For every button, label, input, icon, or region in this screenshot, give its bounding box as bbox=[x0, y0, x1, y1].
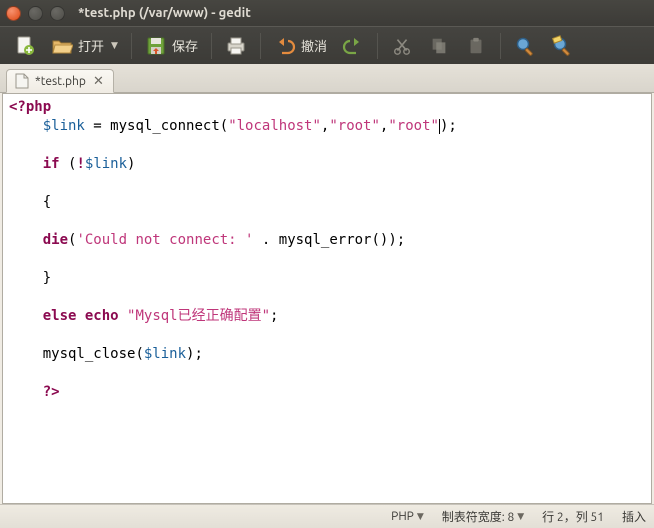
print-button[interactable] bbox=[219, 32, 253, 60]
paste-button[interactable] bbox=[459, 32, 493, 60]
new-file-button[interactable] bbox=[8, 32, 42, 60]
print-icon bbox=[225, 35, 247, 57]
undo-label: 撤消 bbox=[301, 36, 327, 55]
window-title: *test.php (/var/www) - gedit bbox=[78, 6, 251, 20]
replace-button[interactable] bbox=[545, 32, 579, 60]
save-button[interactable]: 保存 bbox=[139, 32, 204, 60]
status-bar: PHP ▼ 制表符宽度: 8 ▼ 行 2，列 51 插入 bbox=[0, 504, 654, 528]
undo-icon bbox=[274, 35, 296, 57]
cut-icon bbox=[391, 35, 413, 57]
new-file-icon bbox=[14, 35, 36, 57]
status-tabwidth-selector[interactable]: 制表符宽度: 8 ▼ bbox=[442, 508, 524, 525]
toolbar-separator bbox=[260, 33, 261, 59]
open-label: 打开 bbox=[78, 36, 104, 55]
toolbar: 打开 ▼ 保存 撤消 bbox=[0, 26, 654, 64]
open-button[interactable]: 打开 ▼ bbox=[45, 32, 124, 60]
status-tabwidth-label: 制表符宽度: 8 bbox=[442, 508, 514, 525]
window-close-button[interactable] bbox=[6, 6, 21, 21]
status-language-selector[interactable]: PHP ▼ bbox=[391, 510, 424, 523]
status-cursor-position: 行 2，列 51 bbox=[542, 508, 604, 525]
copy-icon bbox=[428, 35, 450, 57]
window-maximize-button[interactable] bbox=[50, 6, 65, 21]
window-minimize-button[interactable] bbox=[28, 6, 43, 21]
tab-testphp[interactable]: *test.php ✕ bbox=[6, 69, 114, 93]
code-editor[interactable]: <?php $link = mysql_connect("localhost",… bbox=[2, 93, 652, 504]
status-language-label: PHP bbox=[391, 510, 414, 523]
undo-button[interactable]: 撤消 bbox=[268, 32, 333, 60]
toolbar-separator bbox=[211, 33, 212, 59]
paste-icon bbox=[465, 35, 487, 57]
text-cursor bbox=[439, 119, 440, 134]
title-bar: *test.php (/var/www) - gedit bbox=[0, 0, 654, 26]
toolbar-separator bbox=[377, 33, 378, 59]
replace-icon bbox=[551, 35, 573, 57]
file-icon bbox=[15, 73, 29, 89]
save-icon bbox=[145, 35, 167, 57]
open-dropdown-arrow[interactable]: ▼ bbox=[111, 40, 118, 51]
search-button[interactable] bbox=[508, 32, 542, 60]
dropdown-arrow-icon: ▼ bbox=[517, 511, 524, 522]
dropdown-arrow-icon: ▼ bbox=[417, 511, 424, 522]
redo-icon bbox=[342, 35, 364, 57]
code-token: $link bbox=[43, 118, 85, 134]
open-icon bbox=[51, 35, 73, 57]
status-insert-mode: 插入 bbox=[622, 508, 646, 525]
redo-button[interactable] bbox=[336, 32, 370, 60]
tab-close-button[interactable]: ✕ bbox=[92, 74, 105, 89]
toolbar-separator bbox=[131, 33, 132, 59]
code-token: <?php bbox=[9, 99, 51, 115]
toolbar-separator bbox=[500, 33, 501, 59]
tab-label: *test.php bbox=[35, 75, 86, 88]
search-icon bbox=[514, 35, 536, 57]
tab-bar: *test.php ✕ bbox=[0, 64, 654, 93]
cut-button[interactable] bbox=[385, 32, 419, 60]
save-label: 保存 bbox=[172, 36, 198, 55]
copy-button[interactable] bbox=[422, 32, 456, 60]
